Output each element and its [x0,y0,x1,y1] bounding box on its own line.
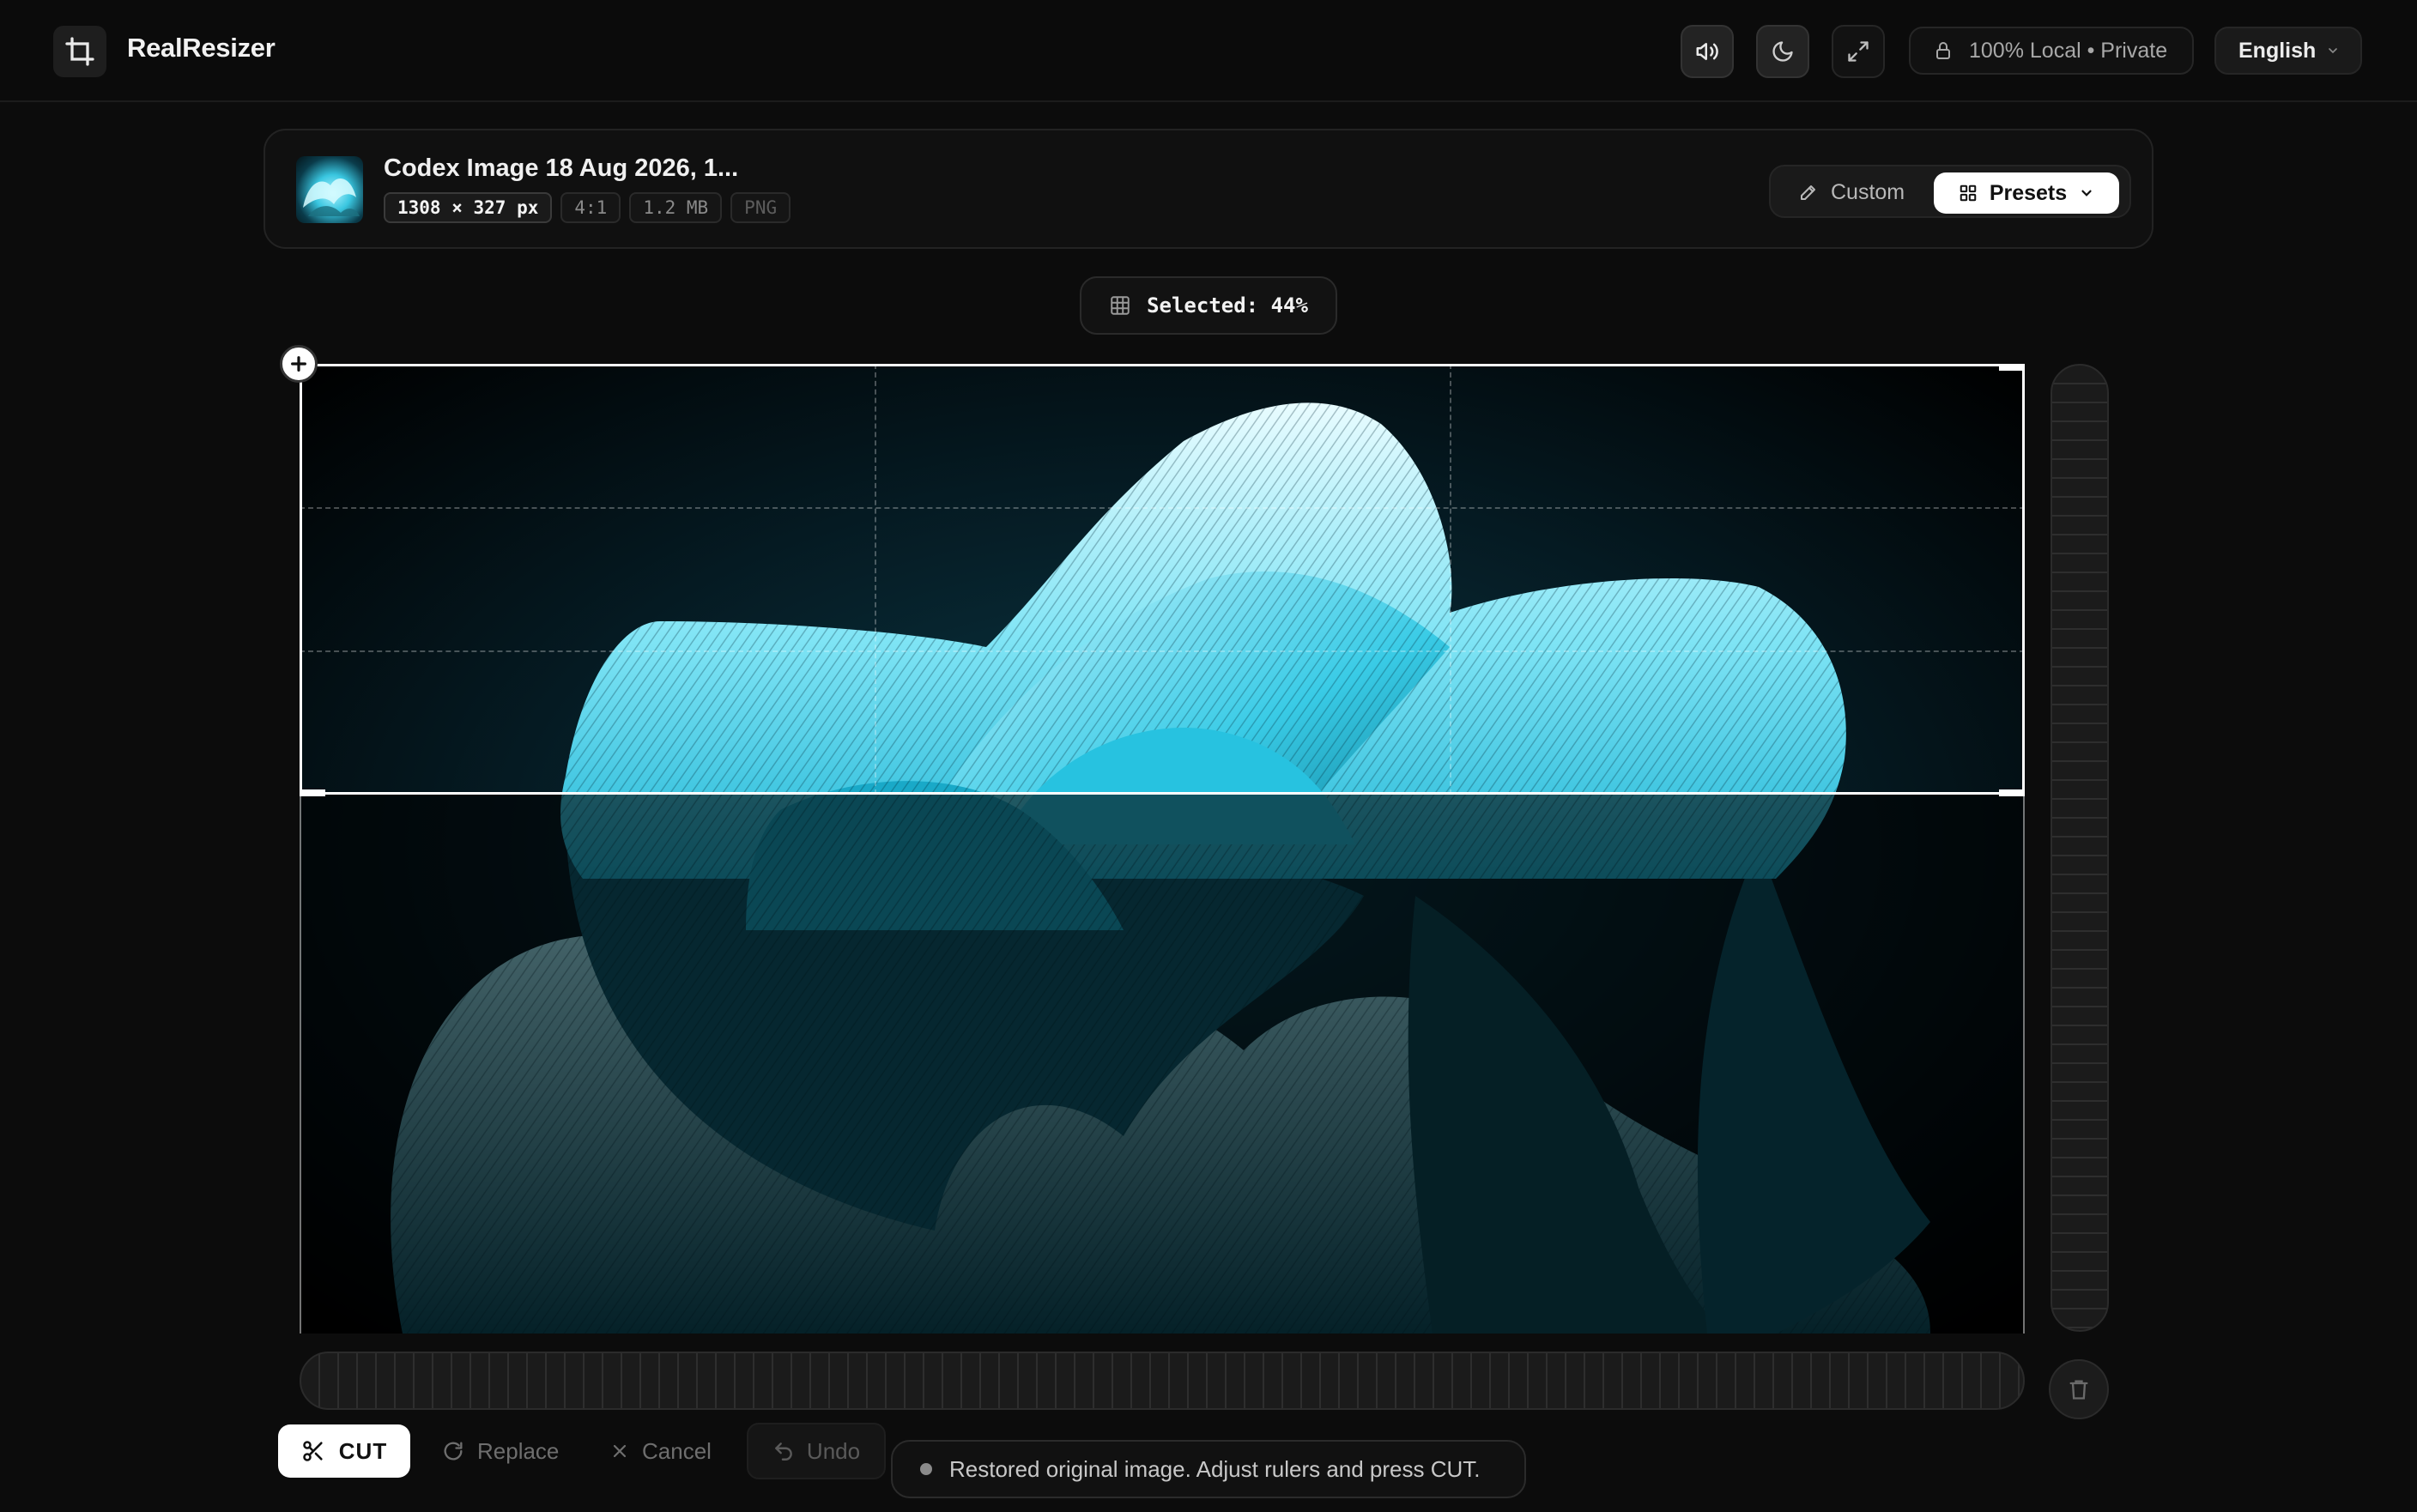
undo-label: Undo [806,1437,861,1464]
status-dot-icon [920,1463,932,1475]
image-thumbnail [296,156,363,223]
crop-corner-handle[interactable] [1999,364,2025,371]
expand-icon [1848,41,1869,62]
mode-toggle: Custom Presets [1769,165,2131,218]
lock-icon [1936,42,1950,59]
crop-corner-handle[interactable] [1999,789,2025,796]
app-header: RealResizer 100% Local • Private English [0,0,2417,102]
chevron-down-icon [2329,48,2338,54]
replace-label: Replace [477,1437,560,1464]
cancel-button[interactable]: Cancel [609,1424,712,1478]
move-selection-handle[interactable] [280,345,318,383]
fullscreen-toggle-button[interactable] [1832,25,1885,78]
vertical-ruler[interactable] [2051,364,2109,1332]
custom-mode-button[interactable]: Custom [1798,177,1905,208]
selection-percentage-badge: Selected: 44% [1080,276,1337,335]
horizontal-ruler[interactable] [300,1352,2025,1410]
file-meta: 1308 × 327 px 4:1 1.2 MB PNG [384,192,791,223]
table-grid-icon [1111,296,1130,315]
language-select[interactable]: English [2214,27,2362,75]
status-message-bar: Restored original image. Adjust rulers a… [891,1440,1526,1498]
crop-frame-icon [53,26,106,77]
right-guide-line [2023,795,2025,1334]
file-name: Codex Image 18 Aug 2026, 1... [384,154,739,182]
file-info-card: Codex Image 18 Aug 2026, 1... 1308 × 327… [264,129,2153,249]
cut-button[interactable]: CUT [278,1424,410,1478]
privacy-label: 100% Local • Private [1969,38,2168,63]
close-icon [613,1444,627,1458]
pencil-icon [1801,185,1815,200]
language-label: English [2238,38,2317,63]
app-title: RealResizer [127,33,276,63]
status-message: Restored original image. Adjust rulers a… [949,1455,1481,1482]
unselected-area-overlay [300,795,2025,1334]
cancel-label: Cancel [642,1437,712,1464]
scissors-icon [302,1441,323,1461]
crop-corner-handle[interactable] [300,789,325,796]
presets-mode-button[interactable]: Presets [1934,172,2119,214]
left-guide-line [300,795,301,1334]
plus-icon [291,356,306,372]
trash-icon [2069,1380,2088,1400]
presets-mode-label: Presets [1989,180,2068,205]
clear-guides-button[interactable] [2049,1359,2109,1419]
sound-toggle-button[interactable] [1681,25,1734,78]
custom-mode-label: Custom [1831,179,1905,204]
privacy-badge: 100% Local • Private [1909,27,2194,75]
theme-toggle-button[interactable] [1756,25,1809,78]
undo-icon [775,1442,792,1461]
selection-label: Selected: 44% [1147,293,1308,318]
cut-label: CUT [338,1437,388,1464]
speaker-icon [1696,43,1718,60]
chevron-down-icon [2081,190,2092,197]
grid-icon [1960,184,1977,202]
format-chip: PNG [730,192,791,223]
aspect-ratio-chip: 4:1 [560,192,621,223]
image-canvas[interactable] [300,364,2025,1334]
crop-selection-rectangle[interactable] [300,364,2025,795]
undo-button[interactable]: Undo [747,1423,886,1479]
moon-icon [1772,41,1793,62]
dimensions-chip: 1308 × 327 px [384,192,553,223]
file-size-chip: 1.2 MB [629,192,723,223]
replace-button[interactable]: Replace [441,1424,559,1478]
refresh-icon [444,1442,463,1461]
